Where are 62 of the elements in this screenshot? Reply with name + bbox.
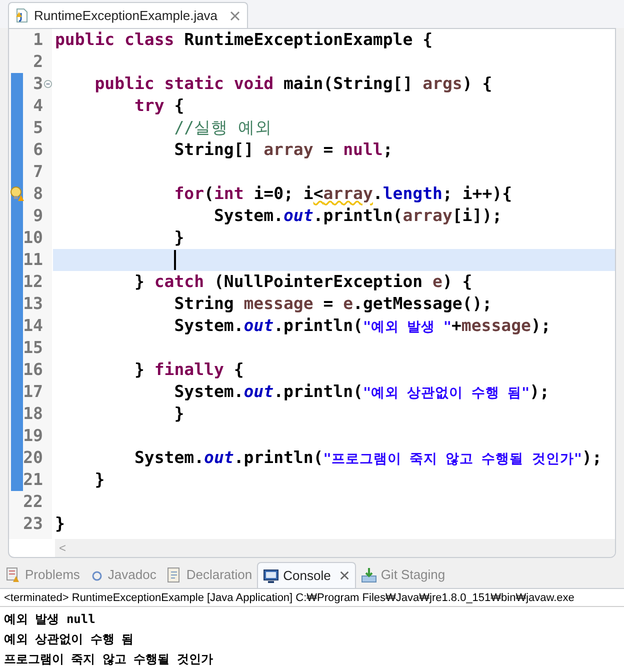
line-number: 3 (33, 74, 43, 93)
line-number: 16 (23, 360, 43, 379)
close-icon[interactable] (228, 10, 241, 22)
line-number: 21 (23, 470, 43, 489)
line-number: 18 (23, 404, 43, 423)
monitor-icon (263, 568, 280, 584)
panel-tab[interactable]: Javadoc (84, 562, 162, 588)
code-line: } (173, 404, 184, 423)
console-header: <terminated> RuntimeExceptionExample [Java Application] C:₩Program Files₩Java₩jre1.8.0_151₩bin₩javaw.exe (0, 589, 624, 607)
code-line: System.out.println("예외 발생 "+message); (173, 316, 551, 335)
code-line: public static void main(String[] args) { (94, 74, 492, 93)
line-number: 7 (33, 162, 43, 181)
line-number: 20 (23, 448, 43, 467)
code-line: for(int i=0; i<array.length; i++){ (173, 184, 512, 203)
console-output-line: 프로그램이 죽지 않고 수행될 것인가 (4, 651, 214, 668)
fold-toggle-icon[interactable] (44, 80, 52, 88)
code-line: } (173, 228, 184, 247)
line-number: 2 (33, 52, 43, 71)
line-number: 22 (23, 492, 43, 511)
java-file-icon (15, 8, 29, 23)
line-number: 1 (33, 30, 43, 49)
code-line: } (55, 514, 65, 533)
line-number: 14 (23, 316, 43, 335)
line-number: 4 (33, 96, 43, 115)
code-line: } catch (NullPointerException e) { (133, 272, 472, 291)
line-number: 17 (23, 382, 43, 401)
problems-icon (5, 567, 21, 583)
warning-bulb-icon[interactable] (10, 186, 24, 202)
line-number: 9 (33, 206, 43, 225)
line-number: 5 (33, 118, 43, 137)
line-number: 15 (23, 338, 43, 357)
line-number: 6 (33, 140, 43, 159)
line-number: 23 (23, 514, 43, 533)
close-icon[interactable] (338, 570, 350, 581)
document-icon (166, 567, 182, 583)
console-output-line: 예외 발생 null (4, 611, 96, 628)
code-line: String message = e.getMessage(); (173, 294, 492, 313)
code-line: try { (133, 96, 184, 115)
line-number: 8 (33, 184, 43, 203)
line-number: 13 (23, 294, 43, 313)
code-line: public class RuntimeExceptionExample { (55, 30, 432, 49)
code-line: //실행 예외 (173, 118, 272, 137)
text-cursor (174, 250, 176, 270)
code-line: System.out.println(array[i]); (212, 206, 502, 225)
panel-tab[interactable]: Console (257, 562, 356, 588)
code-line: } finally { (133, 360, 244, 379)
code-line: String[] array = null; (173, 140, 393, 159)
code-line: } (94, 470, 105, 489)
scroll-left-arrow[interactable]: < (59, 539, 66, 557)
line-number: 12 (23, 272, 43, 291)
console-output-line: 예외 상관없이 수행 됨 (4, 631, 135, 648)
tab-title: RuntimeExceptionExample.java (34, 6, 218, 25)
line-number: 19 (23, 426, 43, 445)
code-line: System.out.println("예외 상관없이 수행 됨"); (173, 382, 550, 401)
panel-tab[interactable]: Problems (0, 562, 85, 588)
line-number: 10 (23, 228, 43, 247)
panel-tab[interactable]: Declaration (161, 562, 258, 588)
editor-tab[interactable]: RuntimeExceptionExample.java (8, 2, 248, 28)
panel-tab[interactable]: Git Staging (356, 562, 450, 588)
code-line: System.out.println("프로그램이 죽지 않고 수행될 것인가"); (133, 448, 602, 467)
download-tray-icon (360, 567, 377, 583)
line-number: 11 (23, 250, 43, 269)
